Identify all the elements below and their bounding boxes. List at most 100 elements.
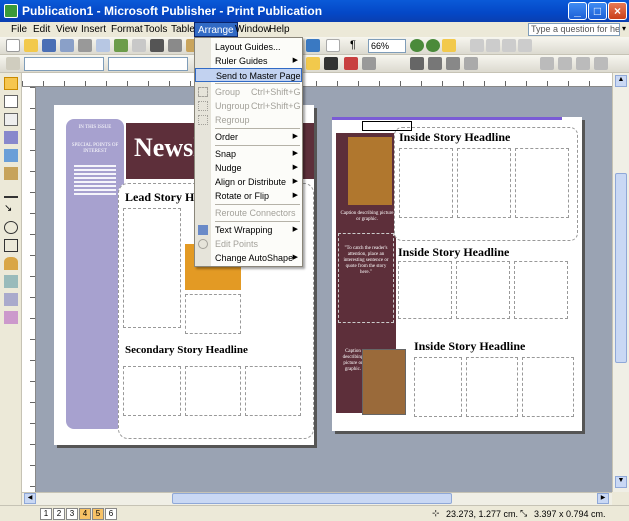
pilcrow-icon[interactable]: ¶ [350, 39, 356, 51]
help-search-input[interactable]: Type a question for help [528, 23, 620, 36]
fill-color-icon[interactable] [306, 57, 320, 70]
new-icon[interactable] [6, 39, 20, 52]
print-icon[interactable] [78, 39, 92, 52]
styles-icon[interactable] [6, 57, 20, 70]
right-page[interactable]: Caption describing picture or graphic. "… [332, 117, 582, 431]
page-button-4[interactable]: 4 [79, 508, 91, 520]
autoshapes-icon[interactable] [4, 257, 18, 270]
vertical-scroll-thumb[interactable] [615, 173, 627, 363]
align-icon[interactable] [540, 57, 554, 70]
scroll-left-icon[interactable]: ◀ [24, 493, 36, 504]
zoom-combo[interactable]: 66% [368, 39, 406, 53]
text-box-icon[interactable] [4, 95, 18, 108]
horizontal-scrollbar[interactable]: ◀ ▶ [22, 492, 612, 505]
inside-top-column-2[interactable] [457, 148, 511, 218]
font-combo[interactable] [108, 57, 188, 71]
form-control-icon[interactable] [4, 293, 18, 306]
send-backward-icon[interactable] [518, 39, 532, 52]
line-style-icon[interactable] [362, 57, 376, 70]
menu-help[interactable]: Help [266, 22, 293, 37]
rotate-left-icon[interactable] [470, 39, 484, 52]
arrow-icon[interactable]: ↘ [4, 203, 18, 216]
open-icon[interactable] [24, 39, 38, 52]
research-icon[interactable] [132, 39, 146, 52]
menu-edit[interactable]: Edit [30, 22, 53, 37]
shadow-style-icon[interactable] [446, 57, 460, 70]
menu-order[interactable]: Order ▶ [195, 130, 302, 144]
insert-hyperlink-icon[interactable] [306, 39, 320, 52]
menu-file[interactable]: File [8, 22, 30, 37]
document-workspace[interactable]: IN THIS ISSUE SPECIAL POINTS OF INTEREST… [36, 87, 612, 492]
cut-icon[interactable] [150, 39, 164, 52]
top-picture[interactable] [348, 137, 392, 205]
minimize-button[interactable]: _ [568, 2, 587, 20]
menu-rotate-or-flip[interactable]: Rotate or Flip ▶ [195, 189, 302, 203]
scroll-right-icon[interactable]: ▶ [597, 493, 609, 504]
inside-bottom-column-2[interactable] [466, 357, 518, 417]
page-button-6[interactable]: 6 [105, 508, 117, 520]
insert-table-icon[interactable] [4, 113, 18, 126]
picture-frame-icon[interactable] [4, 149, 18, 162]
rectangle-icon[interactable] [4, 239, 18, 252]
selected-object-handles[interactable] [362, 121, 412, 131]
menu-layout-guides[interactable]: Layout Guides... [195, 40, 302, 54]
search-icon[interactable] [60, 39, 74, 52]
arrow-style-icon[interactable] [428, 57, 442, 70]
zoom-out-icon[interactable] [410, 39, 424, 52]
menu-reroute-connectors[interactable]: Reroute Connectors [195, 206, 302, 220]
inside-story-middle[interactable]: Inside Story Headline [394, 245, 578, 321]
menu-edit-points[interactable]: Edit Points [195, 237, 302, 251]
help-icon[interactable] [442, 39, 456, 52]
page-button-2[interactable]: 2 [53, 508, 65, 520]
rotate-right-icon[interactable] [486, 39, 500, 52]
select-objects-icon[interactable] [4, 77, 18, 90]
lead-story-column-1[interactable] [123, 208, 181, 328]
wordart-icon[interactable] [4, 131, 18, 144]
menu-ruler-guides[interactable]: Ruler Guides ▶ [195, 54, 302, 68]
menu-group[interactable]: Group Ctrl+Shift+G [195, 85, 302, 99]
scroll-up-icon[interactable]: ▲ [615, 75, 627, 87]
scroll-down-icon[interactable]: ▼ [615, 476, 627, 488]
clip-art-icon[interactable] [4, 167, 18, 180]
columns-icon[interactable] [326, 39, 340, 52]
print-preview-icon[interactable] [96, 39, 110, 52]
bottom-picture[interactable] [362, 349, 406, 415]
page-button-1[interactable]: 1 [40, 508, 52, 520]
3d-style-icon[interactable] [464, 57, 478, 70]
lead-story-column-2[interactable] [185, 294, 241, 334]
vertical-scrollbar[interactable]: ▲ ▼ [612, 73, 629, 492]
dash-style-icon[interactable] [410, 57, 424, 70]
sidebar-panel[interactable]: IN THIS ISSUE SPECIAL POINTS OF INTEREST [66, 119, 124, 429]
design-gallery-icon[interactable] [4, 311, 18, 324]
inside-top-column-3[interactable] [515, 148, 569, 218]
wrap-icon[interactable] [576, 57, 590, 70]
distribute-icon[interactable] [558, 57, 572, 70]
menu-view[interactable]: View [53, 22, 81, 37]
page-button-5[interactable]: 5 [92, 508, 104, 520]
secondary-column-3[interactable] [245, 366, 301, 416]
save-icon[interactable] [42, 39, 56, 52]
group-icon[interactable] [594, 57, 608, 70]
hot-spot-icon[interactable] [4, 275, 18, 288]
inside-bottom-column-1[interactable] [414, 357, 462, 417]
close-button[interactable]: × [608, 2, 627, 20]
inside-story-bottom[interactable]: Inside Story Headline [410, 339, 578, 425]
help-dropdown-icon[interactable]: ▾ [622, 24, 626, 33]
secondary-column-1[interactable] [123, 366, 181, 416]
style-combo[interactable] [24, 57, 104, 71]
menu-change-autoshape[interactable]: Change AutoShape ▶ [195, 251, 302, 265]
publisher-app-icon[interactable] [4, 4, 18, 18]
spelling-icon[interactable] [114, 39, 128, 52]
line-color-icon[interactable] [324, 57, 338, 70]
menu-insert[interactable]: Insert [78, 22, 109, 37]
horizontal-scroll-thumb[interactable] [172, 493, 452, 504]
copy-icon[interactable] [168, 39, 182, 52]
menu-send-to-master-page[interactable]: Send to Master Page [195, 68, 302, 82]
menu-snap[interactable]: Snap ▶ [195, 147, 302, 161]
vertical-ruler[interactable] [22, 87, 36, 492]
menu-regroup[interactable]: Regroup [195, 113, 302, 127]
oval-icon[interactable] [4, 221, 18, 234]
secondary-column-2[interactable] [185, 366, 241, 416]
inside-mid-column-1[interactable] [398, 261, 452, 319]
inside-bottom-column-3[interactable] [522, 357, 574, 417]
